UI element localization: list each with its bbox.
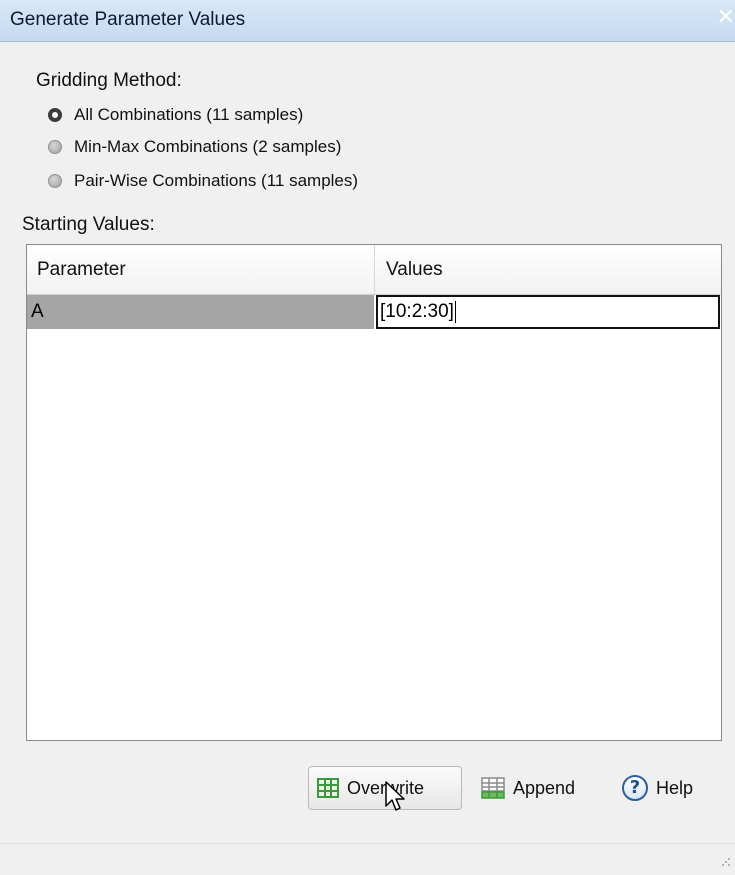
help-label: Help bbox=[656, 777, 694, 798]
close-icon[interactable]: ✕ bbox=[717, 5, 735, 30]
values-cell-text: [10:2:30] bbox=[380, 301, 454, 322]
radio-label: All Combinations (11 samples) bbox=[74, 105, 304, 124]
radio-label: Pair-Wise Combinations (11 samples) bbox=[74, 171, 359, 190]
append-button[interactable]: Append bbox=[477, 766, 605, 810]
radio-label: Min-Max Combinations (2 samples) bbox=[74, 137, 342, 156]
table-header: Parameter Values bbox=[27, 245, 721, 295]
radio-unselected-icon[interactable] bbox=[48, 140, 62, 154]
radio-unselected-icon[interactable] bbox=[48, 174, 62, 188]
text-caret bbox=[454, 301, 456, 323]
title-bar: Generate Parameter Values ✕ bbox=[0, 0, 735, 42]
starting-values-label: Starting Values: bbox=[22, 214, 155, 235]
help-question-icon: ? bbox=[622, 775, 648, 801]
append-label: Append bbox=[513, 777, 576, 798]
mouse-pointer-icon bbox=[384, 780, 406, 819]
radio-pair-wise-combinations[interactable]: Pair-Wise Combinations (11 samples) bbox=[48, 167, 358, 195]
parameter-table: Parameter Values A [10:2:30] bbox=[26, 244, 722, 741]
column-header-values[interactable]: Values bbox=[386, 245, 443, 294]
values-cell-editor[interactable]: [10:2:30] bbox=[376, 295, 720, 329]
resize-grip-icon[interactable] bbox=[721, 854, 731, 872]
window-title: Generate Parameter Values bbox=[10, 9, 246, 30]
parameter-cell[interactable]: A bbox=[27, 295, 374, 329]
radio-all-combinations[interactable]: All Combinations (11 samples) bbox=[48, 101, 303, 129]
table-row[interactable]: A [10:2:30] bbox=[27, 295, 721, 329]
radio-selected-icon[interactable] bbox=[48, 108, 62, 122]
radio-min-max-combinations[interactable]: Min-Max Combinations (2 samples) bbox=[48, 133, 341, 161]
table-append-icon bbox=[481, 777, 505, 799]
column-header-parameter[interactable]: Parameter bbox=[37, 245, 126, 294]
column-divider[interactable] bbox=[374, 245, 375, 294]
status-bar bbox=[0, 843, 735, 875]
help-button[interactable]: ? Help bbox=[620, 766, 720, 810]
table-grid-icon bbox=[317, 778, 339, 798]
gridding-method-label: Gridding Method: bbox=[36, 70, 182, 91]
